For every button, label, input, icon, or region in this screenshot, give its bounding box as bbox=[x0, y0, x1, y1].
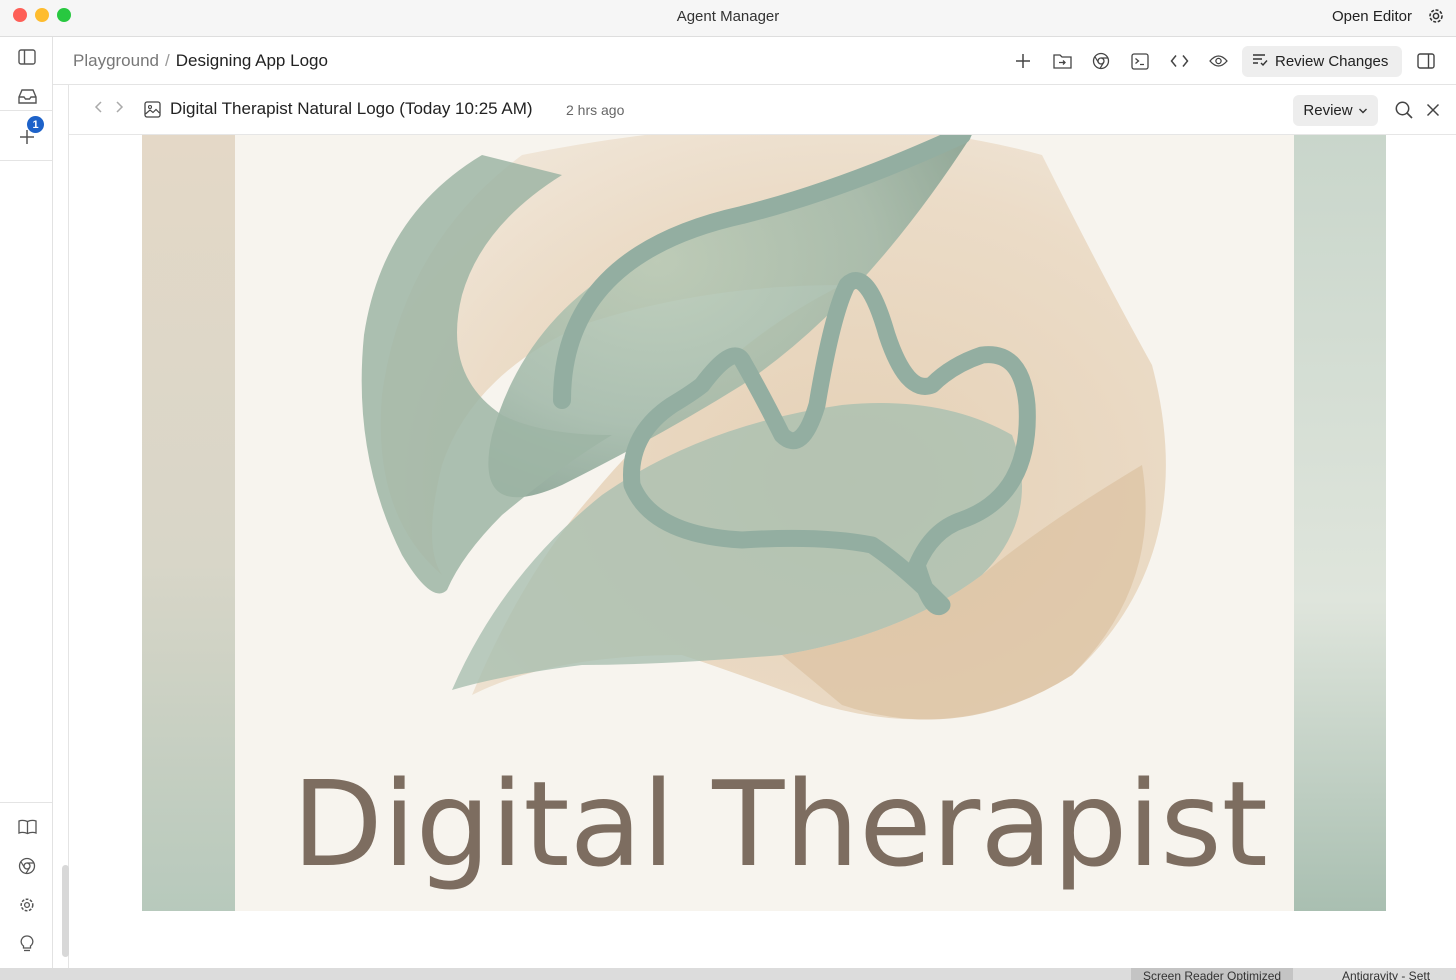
add-icon[interactable] bbox=[1012, 50, 1034, 72]
chevron-left-icon[interactable] bbox=[93, 100, 105, 119]
browser-icon[interactable] bbox=[16, 855, 38, 877]
breadcrumb-separator: / bbox=[165, 51, 170, 70]
status-screen-reader[interactable]: Screen Reader Optimized bbox=[1131, 968, 1294, 980]
review-changes-button[interactable]: Review Changes bbox=[1242, 46, 1402, 77]
code-icon[interactable] bbox=[1168, 50, 1190, 72]
folder-icon[interactable] bbox=[1051, 50, 1073, 72]
settings-icon[interactable] bbox=[16, 894, 38, 916]
open-editor-button[interactable]: Open Editor bbox=[1332, 8, 1412, 25]
breadcrumb-parent[interactable]: Playground bbox=[73, 51, 159, 70]
artifact-header: Digital Therapist Natural Logo (Today 10… bbox=[69, 85, 1456, 135]
logo-text: Digital Therapist bbox=[292, 755, 1268, 893]
image-file-icon bbox=[144, 101, 161, 123]
plus-icon[interactable] bbox=[16, 126, 38, 148]
toggle-sidebar-icon[interactable] bbox=[16, 46, 38, 68]
breadcrumb: Playground / Designing App Logo bbox=[73, 51, 328, 71]
chevron-right-icon[interactable] bbox=[113, 100, 125, 119]
top-toolbar: Playground / Designing App Logo Review C… bbox=[53, 37, 1456, 85]
window-title: Agent Manager bbox=[676, 8, 780, 25]
chevron-down-icon bbox=[1358, 102, 1368, 119]
artifact-title: Digital Therapist Natural Logo (Today 10… bbox=[170, 99, 533, 118]
app-window: Agent Manager Open Editor 1 Playground /… bbox=[0, 0, 1456, 968]
lightbulb-icon[interactable] bbox=[16, 933, 38, 955]
left-sidebar: 1 bbox=[0, 37, 53, 968]
logo-image: Digital Therapist bbox=[142, 135, 1386, 911]
status-antigravity[interactable]: Antigravity - Sett bbox=[1330, 968, 1442, 980]
review-label: Review bbox=[1303, 102, 1353, 119]
inbox-icon[interactable] bbox=[16, 85, 38, 107]
search-icon[interactable] bbox=[1394, 100, 1414, 120]
title-bar: Agent Manager Open Editor bbox=[0, 0, 1456, 37]
artifact-time-ago: 2 hrs ago bbox=[566, 102, 625, 118]
sidebar-divider bbox=[0, 110, 52, 111]
artifact-nav bbox=[93, 100, 125, 119]
toggle-right-panel-icon[interactable] bbox=[1415, 50, 1437, 72]
eye-icon[interactable] bbox=[1207, 50, 1229, 72]
status-bar: Screen Reader Optimized Antigravity - Se… bbox=[0, 968, 1456, 980]
close-icon[interactable] bbox=[1423, 100, 1443, 120]
review-list-icon bbox=[1252, 53, 1268, 70]
logo-illustration: Digital Therapist bbox=[142, 135, 1386, 911]
review-changes-label: Review Changes bbox=[1275, 53, 1389, 70]
gear-icon[interactable] bbox=[1426, 6, 1446, 26]
book-icon[interactable] bbox=[16, 816, 38, 838]
terminal-icon[interactable] bbox=[1129, 50, 1151, 72]
main-area: Playground / Designing App Logo Review C… bbox=[53, 37, 1456, 968]
chrome-icon[interactable] bbox=[1090, 50, 1112, 72]
sidebar-divider bbox=[0, 802, 52, 803]
scrollbar-thumb[interactable] bbox=[62, 865, 69, 957]
artifact-panel: Digital Therapist Natural Logo (Today 10… bbox=[68, 85, 1456, 968]
sidebar-divider bbox=[0, 160, 52, 161]
breadcrumb-current: Designing App Logo bbox=[175, 51, 328, 70]
review-dropdown-button[interactable]: Review bbox=[1293, 95, 1378, 126]
